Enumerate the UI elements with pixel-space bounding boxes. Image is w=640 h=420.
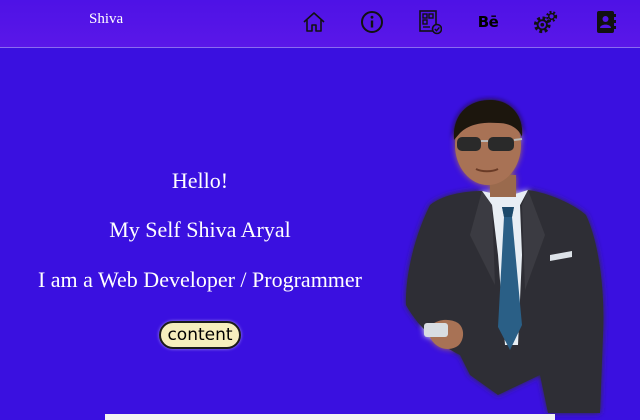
- greeting-text: Hello!: [171, 168, 229, 193]
- profile-photo: [405, 99, 604, 413]
- info-icon[interactable]: [359, 9, 385, 35]
- name-text: My Self Shiva Aryal: [109, 217, 291, 242]
- home-icon[interactable]: [301, 9, 327, 35]
- top-navbar: Shiva Bē: [0, 0, 640, 48]
- behance-icon[interactable]: Bē: [475, 9, 501, 35]
- bottom-scrollbar[interactable]: [105, 414, 555, 420]
- contact-icon[interactable]: [593, 9, 619, 35]
- portfolio-icon[interactable]: [417, 9, 443, 35]
- role-text: I am a Web Developer / Programmer: [37, 267, 363, 292]
- content-button[interactable]: content: [159, 321, 241, 349]
- behance-label: Bē: [477, 13, 499, 31]
- brand-name[interactable]: Shiva: [89, 11, 123, 28]
- settings-icon[interactable]: [533, 9, 559, 35]
